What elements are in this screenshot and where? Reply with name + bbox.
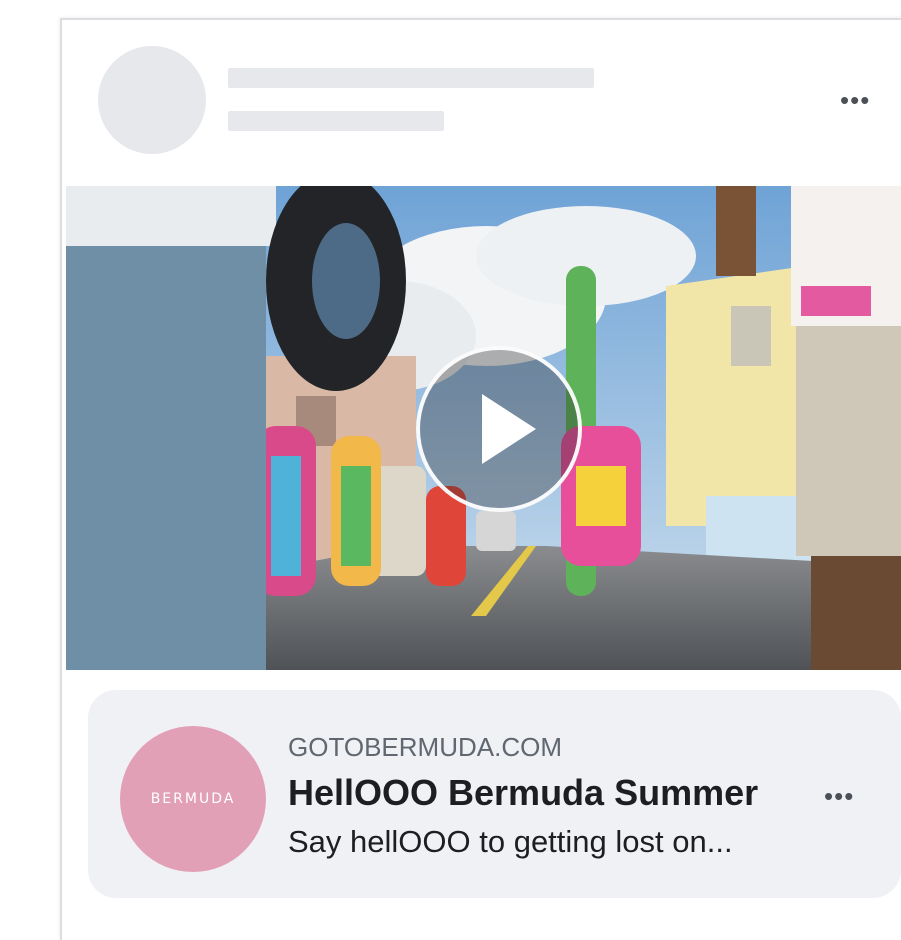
brand-logo-text: BERMUDA [150, 791, 236, 807]
brand-logo: BERMUDA [120, 726, 266, 872]
play-button[interactable] [416, 346, 582, 512]
link-description: Say hellOOO to getting lost on... [288, 824, 733, 859]
post-options-icon[interactable]: ••• [840, 87, 896, 113]
post-meta-placeholder [228, 111, 444, 131]
link-title[interactable]: HellOOO Bermuda Summer [288, 772, 758, 814]
avatar-placeholder [98, 46, 206, 154]
link-preview-card[interactable]: BERMUDA GOTOBERMUDA.COM HellOOO Bermuda … [88, 690, 901, 898]
play-icon [482, 394, 536, 464]
author-name-placeholder [228, 68, 594, 88]
link-options-icon[interactable]: ••• [824, 783, 854, 809]
link-domain: GOTOBERMUDA.COM [288, 732, 562, 762]
video-player[interactable] [66, 186, 901, 670]
